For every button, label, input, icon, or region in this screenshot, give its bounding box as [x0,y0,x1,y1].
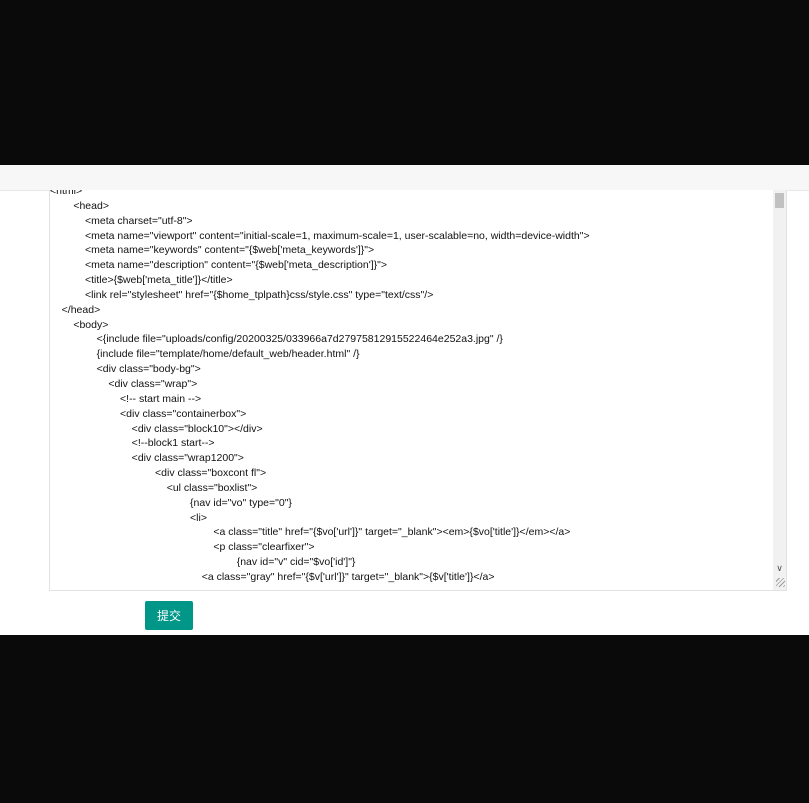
scrollbar-thumb[interactable] [775,193,784,208]
code-line: {nav id="v" cid="$vo['id']"} [50,556,356,569]
code-line: <a class="gray" href="{$v['url']}" targe… [50,570,495,583]
code-line: {include file="template/home/default_web… [50,348,360,361]
code-line: <meta name="viewport" content="initial-s… [50,229,590,242]
code-line: <div class="wrap1200"> [50,452,244,465]
modal-title-bar[interactable] [0,165,809,191]
edit-file-modal: <html> <head> <meta charset="utf-8"> <me… [0,165,809,635]
submit-button[interactable]: 提交 [145,601,193,630]
code-line: <a class="title" href="{$vo['url']}" tar… [50,526,571,539]
code-line: <div class="block10"></div> [50,422,263,435]
code-line: {nav id="vo" type="0"} [50,496,292,509]
code-line: <div class="containerbox"> [50,407,247,420]
code-line: <meta name="keywords" content="{$web['me… [50,244,375,257]
code-line: <html> [50,190,83,197]
code-line: <meta name="description" content="{$web[… [50,259,388,272]
code-content[interactable]: <html> <head> <meta charset="utf-8"> <me… [50,190,770,585]
code-line: <p class="clearfixer"> [50,541,315,554]
code-line: <div class="boxcont fl"> [50,467,267,480]
code-line: <body> [50,318,109,331]
code-line: <!-- start main --> [50,392,202,405]
code-line: <div class="body-bg"> [50,363,201,376]
resize-grip-icon[interactable] [776,578,785,587]
code-line: <meta charset="utf-8"> [50,214,193,227]
code-line: <li> [50,511,207,524]
code-line: <!--block1 start--> [50,437,215,450]
code-line: <{include file="uploads/config/20200325/… [50,333,503,346]
code-line: <link rel="stylesheet" href="{$home_tplp… [50,288,434,301]
code-line: <div class="wrap"> [50,377,198,390]
code-editor-textarea[interactable]: <html> <head> <meta charset="utf-8"> <me… [49,190,787,591]
code-line: <title>{$web['meta_title']}</title> [50,274,233,287]
code-line: </head> [50,303,101,316]
viewport: ter.htmlder.htmlgesex.htmlt.htmlvs.htmlv… [0,165,809,635]
editor-scrollbar[interactable]: ∨ [773,190,786,590]
code-line: <ul class="boxlist"> [50,481,258,494]
code-line: <head> [50,199,109,212]
scroll-down-arrow-icon[interactable]: ∨ [773,562,786,574]
